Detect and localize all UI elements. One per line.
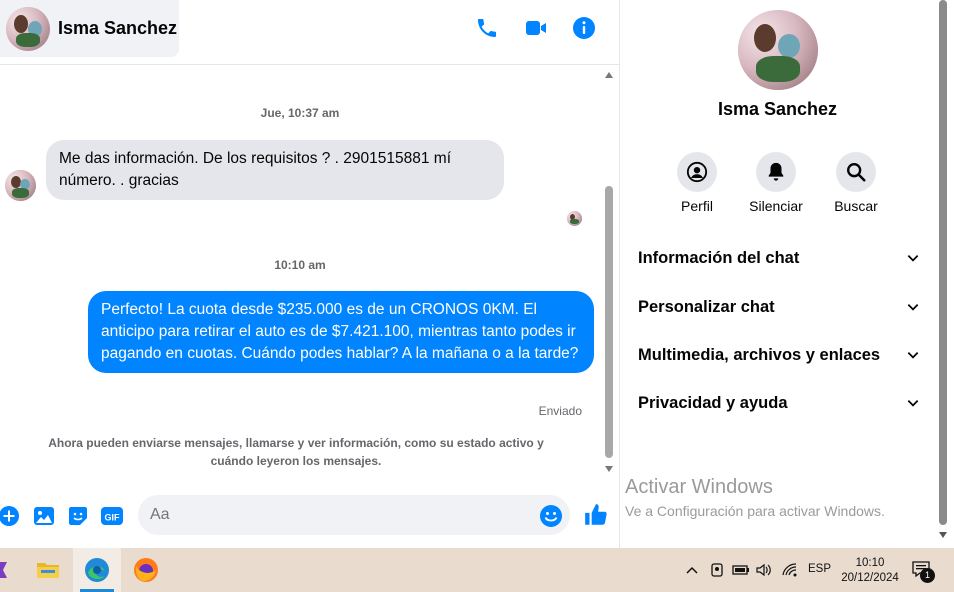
info-icon[interactable]	[572, 16, 596, 40]
emoji-icon[interactable]	[539, 504, 563, 528]
contact-avatar[interactable]	[6, 6, 50, 51]
wifi-icon[interactable]	[782, 563, 798, 577]
activation-subtitle: Ve a Configuración para activar Windows.	[625, 503, 885, 519]
clock-time: 10:10	[855, 557, 885, 569]
taskbar-edge[interactable]	[73, 548, 121, 592]
incoming-message[interactable]: Me das información. De los requisitos ? …	[46, 140, 504, 200]
taskbar: ESP 10:10 20/12/2024 1	[0, 548, 954, 592]
bell-icon	[768, 162, 784, 181]
sender-avatar[interactable]	[5, 170, 36, 201]
phone-icon[interactable]	[475, 16, 499, 40]
system-note: Ahora pueden enviarse mensajes, llamarse…	[48, 436, 544, 468]
volume-icon[interactable]	[756, 563, 772, 577]
file-explorer-icon	[37, 563, 59, 578]
plus-icon[interactable]	[0, 504, 21, 528]
gif-icon[interactable]: GIF	[100, 504, 124, 528]
firefox-icon	[134, 558, 158, 582]
scroll-down-arrow[interactable]	[605, 466, 613, 472]
chat-header: Isma Sanchez	[0, 0, 619, 65]
contact-header-button[interactable]: Isma Sanchez	[0, 0, 179, 57]
windows-activation-watermark: Activar Windows Ve a Configuración para …	[625, 476, 885, 519]
section-label: Personalizar chat	[638, 297, 775, 316]
timestamp: 10:10 am	[274, 258, 326, 272]
timestamp: Jue, 10:37 am	[260, 106, 340, 120]
section-label: Multimedia, archivos y enlaces	[638, 345, 881, 364]
section-chat-info[interactable]: Información del chat	[638, 238, 920, 278]
page-scroll-down-arrow[interactable]	[939, 532, 947, 538]
sent-status: Enviado	[538, 404, 582, 418]
profile-icon	[686, 161, 708, 183]
chevron-up-icon[interactable]	[686, 565, 698, 575]
search-icon	[847, 163, 866, 182]
mute-label: Silenciar	[749, 198, 803, 214]
search-button[interactable]: Buscar	[816, 152, 896, 214]
panel-avatar[interactable]	[738, 10, 818, 90]
section-label: Privacidad y ayuda	[638, 393, 788, 412]
image-icon[interactable]	[32, 504, 56, 528]
notification-badge: 1	[920, 568, 935, 583]
page-scrollbar[interactable]	[935, 0, 954, 548]
messenger-window: Isma Sanchez Jue, 10:37 am Me das inform…	[0, 0, 954, 592]
message-input[interactable]	[138, 495, 570, 535]
chat-details-panel: Isma Sanchez Perfil Silenciar Buscar Inf…	[619, 0, 935, 548]
composer: GIF	[0, 486, 619, 546]
edge-icon	[85, 558, 109, 582]
scroll-thumb[interactable]	[605, 186, 613, 458]
chevron-down-icon	[907, 352, 919, 359]
scroll-up-arrow[interactable]	[605, 72, 613, 78]
chevron-down-icon	[907, 304, 919, 311]
page-scroll-thumb[interactable]	[939, 0, 947, 525]
mute-button[interactable]: Silenciar	[736, 152, 816, 214]
like-icon[interactable]	[583, 502, 609, 528]
chevron-down-icon	[907, 255, 919, 262]
profile-button[interactable]: Perfil	[657, 152, 737, 214]
battery-icon[interactable]	[732, 564, 750, 576]
section-label: Información del chat	[638, 248, 800, 267]
read-receipt-avatar	[567, 211, 582, 226]
notification-center-button[interactable]: 1	[912, 560, 935, 583]
clock-date: 20/12/2024	[841, 572, 899, 584]
video-icon[interactable]	[524, 16, 548, 40]
message-scrollbar[interactable]	[602, 70, 616, 478]
chevron-down-icon	[907, 400, 919, 407]
language-indicator[interactable]: ESP	[808, 563, 831, 575]
profile-label: Perfil	[681, 198, 713, 214]
contact-name[interactable]: Isma Sanchez	[58, 18, 177, 39]
activation-title: Activar Windows	[625, 476, 773, 498]
meet-now-icon[interactable]	[710, 563, 724, 577]
panel-contact-name: Isma Sanchez	[717, 99, 838, 119]
section-media-files-links[interactable]: Multimedia, archivos y enlaces	[638, 335, 920, 375]
taskbar-app[interactable]	[0, 548, 12, 592]
outgoing-message[interactable]: Perfecto! La cuota desde $235.000 es de …	[88, 291, 594, 373]
sticker-icon[interactable]	[66, 504, 90, 528]
taskbar-firefox[interactable]	[124, 548, 168, 592]
gif-label: GIF	[105, 513, 121, 523]
section-customize-chat[interactable]: Personalizar chat	[638, 287, 920, 327]
message-list[interactable]: Jue, 10:37 am Me das información. De los…	[0, 66, 600, 478]
section-privacy-help[interactable]: Privacidad y ayuda	[638, 383, 920, 423]
app-icon	[0, 562, 7, 578]
taskbar-file-explorer[interactable]	[28, 548, 68, 592]
clock[interactable]: 10:10 20/12/2024	[836, 556, 904, 586]
search-label: Buscar	[834, 198, 878, 214]
